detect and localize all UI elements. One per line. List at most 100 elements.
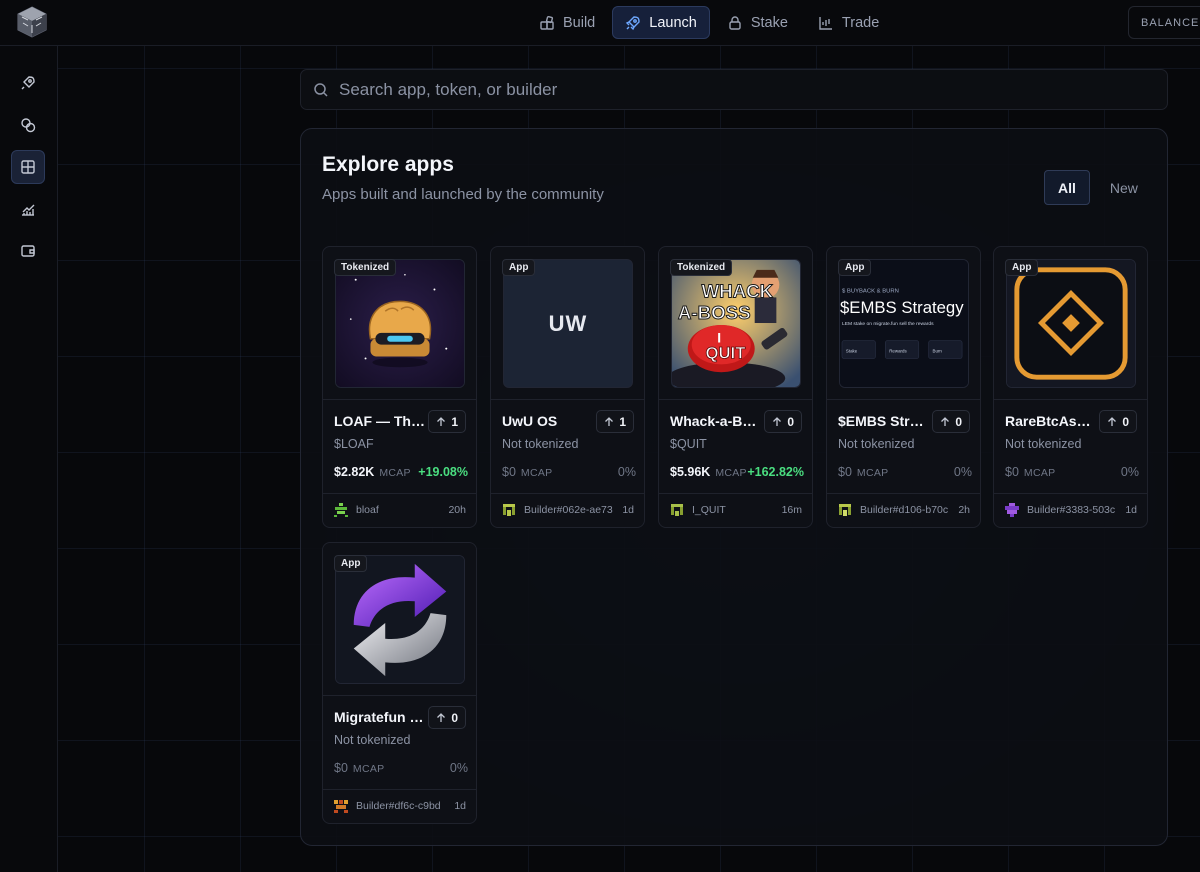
app-image: WHACK A-BOSS I QUIT xyxy=(671,259,801,388)
app-name[interactable]: $EMBS Strategy xyxy=(838,413,930,429)
builder-link[interactable]: bloaf xyxy=(333,502,379,518)
app-image xyxy=(335,259,465,388)
market-cap-label: MCAP xyxy=(352,763,385,775)
price-change: 0% xyxy=(617,465,636,479)
builder-link[interactable]: Builder#3383-503c xyxy=(1004,502,1115,518)
sidebar-item-launch[interactable] xyxy=(11,66,45,100)
sidebar-item-apps[interactable] xyxy=(11,150,45,184)
arrow-up-icon xyxy=(941,416,950,426)
wallet-icon xyxy=(21,245,35,257)
card-divider xyxy=(827,493,980,494)
builder-link[interactable]: Builder#d106-b70c xyxy=(837,502,948,518)
builder-name: bloaf xyxy=(356,504,379,516)
balance-button[interactable]: BALANCE xyxy=(1128,6,1200,39)
builder-name: I_QUIT xyxy=(692,504,726,516)
image-text-rewards: Rewards xyxy=(889,349,907,354)
app-card[interactable]: App Migratefun Swap 0 Not tokenized $0 M… xyxy=(322,542,477,824)
builder-link[interactable]: I_QUIT xyxy=(669,502,726,518)
app-card[interactable]: App $ BUYBACK & BURN $EMBS Strategy LEM … xyxy=(826,246,981,528)
market-cap: $0 MCAP xyxy=(334,761,384,775)
chart-icon xyxy=(819,16,832,30)
image-text-whack: WHACK xyxy=(702,280,774,301)
sidebar-item-wallet[interactable] xyxy=(11,234,45,268)
market-cap-label: MCAP xyxy=(379,467,411,479)
upvote-button[interactable]: 1 xyxy=(596,410,634,433)
app-name[interactable]: UwU OS xyxy=(502,413,594,429)
rocket-icon xyxy=(21,76,35,90)
logo-icon[interactable] xyxy=(16,5,48,39)
card-divider xyxy=(323,695,476,696)
builder-link[interactable]: Builder#062e-ae73 xyxy=(501,502,613,518)
market-cap-value: $0 xyxy=(838,465,852,479)
arrow-up-icon xyxy=(773,416,782,426)
status-badge: App xyxy=(1005,259,1039,276)
avatar xyxy=(334,800,348,813)
nav-launch[interactable]: Launch xyxy=(612,6,710,39)
builder-link[interactable]: Builder#df6c-c9bd xyxy=(333,798,441,814)
avatar xyxy=(1005,503,1019,517)
upvote-button[interactable]: 0 xyxy=(764,410,802,433)
sidebar-item-coins[interactable] xyxy=(11,108,45,142)
avatar xyxy=(503,504,515,516)
app-name[interactable]: RareBtcAssets xyxy=(1005,413,1097,429)
app-ticker: Not tokenized xyxy=(1005,437,1082,451)
upvote-button[interactable]: 0 xyxy=(1099,410,1137,433)
filter-new[interactable]: New xyxy=(1096,170,1152,205)
nav-trade-label: Trade xyxy=(841,14,880,31)
builder-name: Builder#062e-ae73 xyxy=(524,504,613,516)
image-text-burn: Burn xyxy=(933,349,943,354)
app-card[interactable]: App RareBtcAssets 0 Not tokenized $0 MCA… xyxy=(993,246,1148,528)
search-input[interactable] xyxy=(339,79,1139,100)
search-icon xyxy=(314,82,328,97)
upvote-button[interactable]: 0 xyxy=(932,410,970,433)
app-name[interactable]: Whack-a-Boss xyxy=(670,413,762,429)
price-change: 0% xyxy=(449,761,468,775)
card-divider xyxy=(323,493,476,494)
card-divider xyxy=(659,399,812,400)
rocket-icon xyxy=(626,15,640,30)
app-ticker: $LOAF xyxy=(334,437,374,451)
market-cap-label: MCAP xyxy=(520,467,553,479)
card-divider xyxy=(323,789,476,790)
status-badge: Tokenized xyxy=(670,259,733,276)
nav-stake[interactable]: Stake xyxy=(714,6,801,39)
card-divider xyxy=(491,493,644,494)
upvote-count: 0 xyxy=(955,414,962,429)
trending-chart-icon xyxy=(22,204,35,216)
nav-launch-label: Launch xyxy=(649,14,697,31)
app-ticker: $QUIT xyxy=(670,437,707,451)
card-divider xyxy=(994,493,1147,494)
market-cap-label: MCAP xyxy=(715,467,747,479)
app-image xyxy=(1006,259,1136,388)
app-image: UW xyxy=(503,259,633,388)
market-cap: $5.96K MCAP xyxy=(670,465,747,479)
upvote-count: 1 xyxy=(451,414,458,429)
market-cap-label: MCAP xyxy=(1023,467,1056,479)
market-cap-value: $0 xyxy=(1005,465,1019,479)
arrow-up-icon xyxy=(437,712,446,722)
app-name[interactable]: LOAF — The Loaf xyxy=(334,413,426,429)
status-badge: App xyxy=(838,259,872,276)
coins-icon xyxy=(21,118,36,133)
market-cap-value: $0 xyxy=(502,465,516,479)
image-text-strategy: $EMBS Strategy xyxy=(840,298,964,317)
nav-trade[interactable]: Trade xyxy=(805,6,892,39)
sidebar-item-analytics[interactable] xyxy=(11,192,45,226)
price-change: 0% xyxy=(953,465,972,479)
upvote-button[interactable]: 1 xyxy=(428,410,466,433)
card-divider xyxy=(827,399,980,400)
market-cap: $0 MCAP xyxy=(502,465,552,479)
filter-all[interactable]: All xyxy=(1044,170,1090,205)
app-card[interactable]: Tokenized WHACK A-BOSS I QUIT Whack-a-Bo… xyxy=(658,246,813,528)
arrow-up-icon xyxy=(1108,416,1117,426)
app-card[interactable]: App UW UwU OS 1 Not tokenized $0 MCAP 0%… xyxy=(490,246,645,528)
app-card[interactable]: Tokenized LOAF — The Loaf 1 $LOAF $2.82K… xyxy=(322,246,477,528)
search-bar xyxy=(300,69,1168,110)
blocks-icon xyxy=(540,15,554,30)
app-image-text: UW xyxy=(548,310,588,336)
market-cap-value: $0 xyxy=(334,761,348,775)
nav-build[interactable]: Build xyxy=(526,6,608,39)
upvote-button[interactable]: 0 xyxy=(428,706,466,729)
card-divider xyxy=(994,399,1147,400)
app-name[interactable]: Migratefun Swap xyxy=(334,709,426,725)
